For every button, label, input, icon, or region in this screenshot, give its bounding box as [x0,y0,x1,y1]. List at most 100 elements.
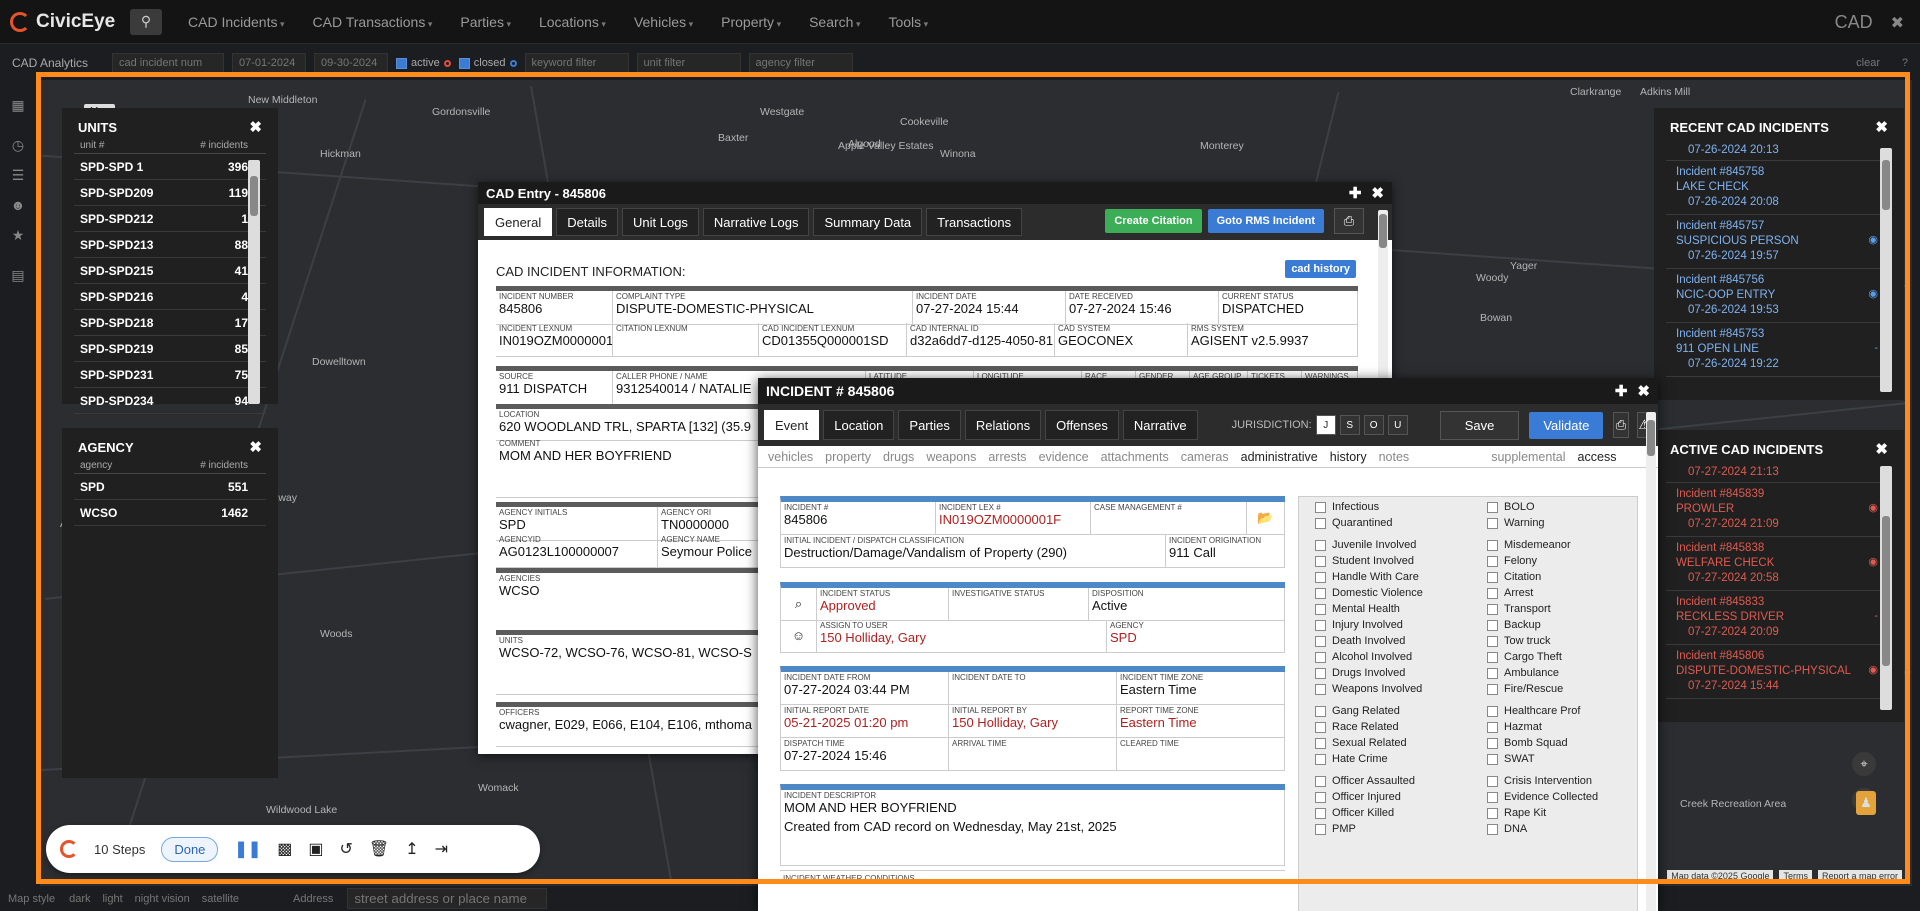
checkbox-box[interactable] [1315,539,1326,551]
map-credit-item[interactable]: Terms [1779,870,1812,882]
checkbox-box[interactable] [1315,791,1326,803]
table-row[interactable]: SPD-SPD219 85 [74,336,266,362]
goto-rms-button[interactable]: Goto RMS Incident [1207,209,1324,233]
clear-button[interactable]: clear [1856,57,1880,69]
checkbox-box[interactable] [1487,775,1498,787]
print-icon[interactable]: ⎙ [1334,208,1364,234]
jurisdiction-o[interactable]: O [1363,415,1384,435]
print-icon[interactable]: ⎙ [1613,412,1629,438]
table-row[interactable]: SPD-SPD212 1 [74,206,266,232]
tab-relations[interactable]: Relations [964,410,1042,440]
checkbox-box[interactable] [1315,501,1326,513]
checkbox-box[interactable] [1487,667,1498,679]
tab-location[interactable]: Location [823,410,895,440]
closed-checkbox[interactable]: closed [458,57,517,69]
checkbox-healthcare-prof[interactable]: Healthcare Prof [1487,705,1580,717]
subtab-arrests[interactable]: arrests [988,450,1026,464]
incident-number[interactable]: Incident #845806 [1676,649,1882,664]
help-button[interactable]: ? [1902,57,1908,69]
checkbox-box[interactable] [1487,651,1498,663]
subtab-administrative[interactable]: administrative [1241,450,1318,464]
locate-icon[interactable]: ⌖ [1852,752,1876,776]
checkbox-box[interactable] [1487,539,1498,551]
unit-filter-input[interactable] [636,53,741,73]
scrollbar[interactable] [1880,466,1892,710]
checkbox-injury-involved[interactable]: Injury Involved [1315,619,1403,631]
subtab-attachments[interactable]: attachments [1101,450,1169,464]
subtab-access[interactable]: access [1578,450,1617,464]
checkbox-box[interactable] [1487,517,1498,529]
checkbox-box[interactable] [1315,683,1326,695]
tab-summary-data[interactable]: Summary Data [813,208,923,236]
nav-item-parties[interactable]: Parties [446,14,525,30]
checkbox-box[interactable] [1315,753,1326,765]
list-item[interactable]: Incident #845806 DISPUTE-DOMESTIC-PHYSICA… [1666,645,1892,699]
subtab-history[interactable]: history [1330,450,1367,464]
checkbox-crisis-intervention[interactable]: Crisis Intervention [1487,775,1592,787]
jurisdiction-s[interactable]: S [1339,415,1360,435]
scrollbar[interactable] [248,160,260,404]
image-icon[interactable]: ▣ [308,839,323,859]
checkbox-officer-injured[interactable]: Officer Injured [1315,791,1401,803]
next-icon[interactable]: ⇥ [435,839,448,859]
checkbox-gang-related[interactable]: Gang Related [1315,705,1400,717]
checkbox-bomb-squad[interactable]: Bomb Squad [1487,737,1568,749]
close-icon[interactable]: ✖ [1637,382,1650,400]
cad-history-button[interactable]: cad history [1285,260,1356,278]
checkbox-box[interactable] [1487,737,1498,749]
checkbox-infectious[interactable]: Infectious [1315,501,1379,513]
checkbox-handle-with-care[interactable]: Handle With Care [1315,571,1419,583]
plus-icon[interactable]: ✚ [1349,184,1362,202]
map-pin-icon[interactable]: ◉ [1868,233,1878,248]
agency-filter-input[interactable] [748,53,853,73]
nav-item-search[interactable]: Search [795,14,874,30]
checkbox-death-involved[interactable]: Death Involved [1315,635,1405,647]
checkbox-fire-rescue[interactable]: Fire/Rescue [1487,683,1563,695]
search-icon[interactable]: ⌕ [781,588,817,621]
nav-item-cad-transactions[interactable]: CAD Transactions [299,14,447,30]
app-logo[interactable]: CivicEye [0,11,130,33]
checkbox-evidence-collected[interactable]: Evidence Collected [1487,791,1598,803]
nav-item-vehicles[interactable]: Vehicles [620,14,707,30]
checkbox-backup[interactable]: Backup [1487,619,1541,631]
subtab-cameras[interactable]: cameras [1181,450,1229,464]
jurisdiction-u[interactable]: U [1387,415,1408,435]
checkbox-warning[interactable]: Warning [1487,517,1545,529]
plus-icon[interactable]: ✚ [1615,382,1628,400]
blur-icon[interactable]: ▩ [277,839,292,859]
pause-icon[interactable]: ❚❚ [234,839,261,859]
address-input[interactable] [347,888,548,909]
map-credit-item[interactable]: Report a map error [1817,870,1902,882]
checkbox-race-related[interactable]: Race Related [1315,721,1399,733]
table-icon[interactable]: ▤ [0,260,36,290]
checkbox-box[interactable] [1315,721,1326,733]
trash-icon[interactable]: 🗑 [369,839,389,859]
checkbox-hate-crime[interactable]: Hate Crime [1315,753,1388,765]
map-style-light[interactable]: light [102,893,122,905]
incident-number[interactable]: Incident #845838 [1676,541,1882,556]
map-style-night-vision[interactable]: night vision [135,893,190,905]
checkbox-mental-health[interactable]: Mental Health [1315,603,1400,615]
checkbox-citation[interactable]: Citation [1487,571,1541,583]
nav-item-cad-incidents[interactable]: CAD Incidents [174,14,299,30]
checkbox-dna[interactable]: DNA [1487,823,1527,835]
list-item[interactable]: Incident #845839 PROWLER 07-27-2024 21:09 ◉ [1666,483,1892,537]
table-row[interactable]: WCSO 1462 [74,500,266,526]
tab-offenses[interactable]: Offenses [1045,410,1119,440]
tab-unit-logs[interactable]: Unit Logs [622,208,699,236]
tab-details[interactable]: Details [556,208,618,236]
close-icon[interactable]: ✖ [1371,184,1384,202]
nav-item-locations[interactable]: Locations [525,14,620,30]
jurisdiction-j[interactable]: J [1315,415,1336,435]
checkbox-box[interactable] [1315,823,1326,835]
checkbox-box[interactable] [1315,571,1326,583]
date-to-input[interactable] [314,53,388,73]
checkbox-felony[interactable]: Felony [1487,555,1537,567]
subtab-drugs[interactable]: drugs [883,450,914,464]
list-item[interactable]: Incident #845833 RECKLESS DRIVER 07-27-202… [1666,591,1892,645]
checkbox-tow-truck[interactable]: Tow truck [1487,635,1550,647]
checkbox-box[interactable] [1487,501,1498,513]
map-pin-icon[interactable]: ◉ [1868,501,1878,516]
tab-parties[interactable]: Parties [898,410,961,440]
incident-number[interactable]: Incident #845756 [1676,273,1882,288]
